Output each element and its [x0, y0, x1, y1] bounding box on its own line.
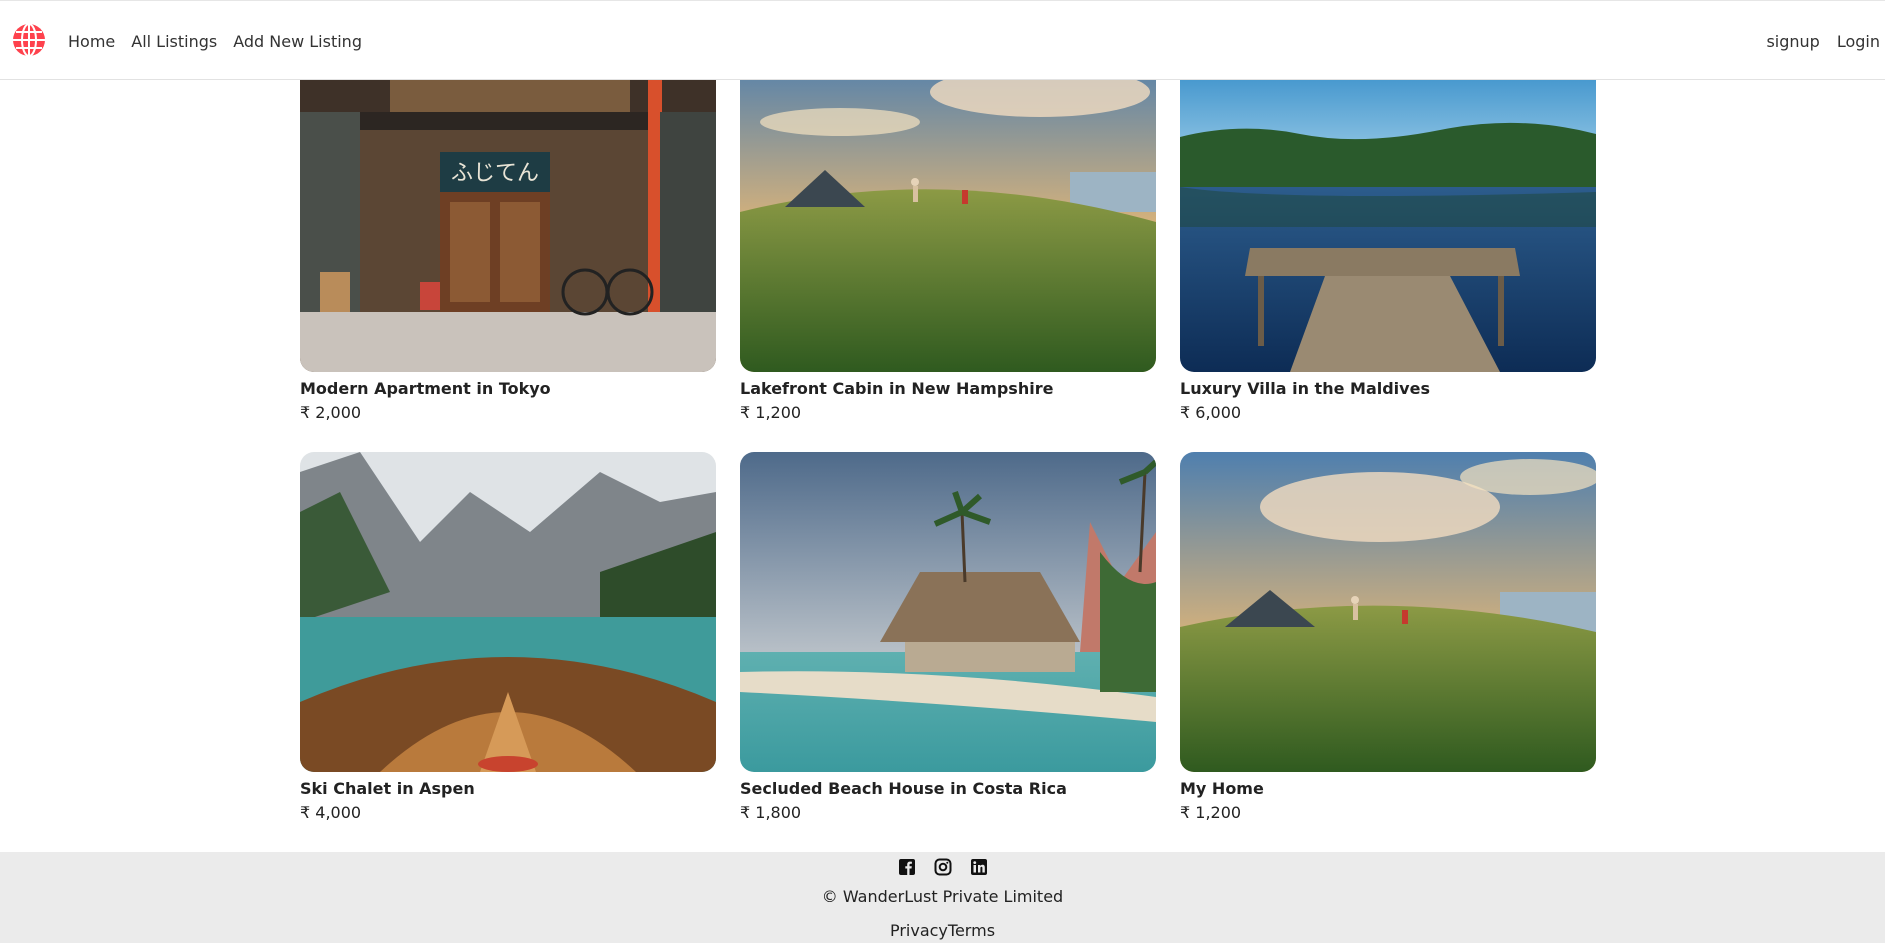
listing-title[interactable]: Lakefront Cabin in New Hampshire	[740, 379, 1053, 398]
listing-price: ₹ 4,000	[300, 803, 362, 822]
listings-grid: ふじてん Modern Apartment in Tokyo ₹ 2,000 L…	[300, 0, 1596, 852]
listing-price: ₹ 1,200	[1180, 803, 1242, 822]
footer-links: PrivacyTerms	[0, 921, 1885, 940]
nav-add-listing-link[interactable]: Add New Listing	[233, 32, 362, 51]
copyright-text: © WanderLust Private Limited	[821, 887, 1064, 906]
navbar: Home All Listings Add New Listing signup…	[0, 0, 1885, 80]
listing-image[interactable]	[740, 452, 1156, 772]
listing-price: ₹ 6,000	[1180, 403, 1242, 422]
listing-image[interactable]	[740, 52, 1156, 372]
nav-signup-link[interactable]: signup	[1766, 32, 1819, 51]
listing-price: ₹ 2,000	[300, 403, 362, 422]
listing-price: ₹ 1,200	[740, 403, 802, 422]
listing-title[interactable]: Modern Apartment in Tokyo	[300, 379, 551, 398]
listing-image[interactable]	[1180, 52, 1596, 372]
nav-login-link[interactable]: Login	[1837, 32, 1880, 51]
facebook-icon[interactable]	[898, 858, 916, 876]
svg-text:ふじてん: ふじてん	[451, 161, 539, 186]
privacy-link[interactable]: Privacy	[890, 921, 948, 940]
listing-title[interactable]: Luxury Villa in the Maldives	[1180, 379, 1430, 398]
listing-image[interactable]	[300, 452, 716, 772]
listing-title[interactable]: My Home	[1180, 779, 1264, 798]
terms-link[interactable]: Terms	[948, 921, 995, 940]
social-links	[0, 858, 1885, 878]
nav-all-listings-link[interactable]: All Listings	[131, 32, 217, 51]
globe-logo-icon[interactable]	[12, 23, 46, 57]
listing-price: ₹ 1,800	[740, 803, 802, 822]
nav-home-link[interactable]: Home	[68, 32, 115, 51]
listing-title[interactable]: Secluded Beach House in Costa Rica	[740, 779, 1067, 798]
listing-title[interactable]: Ski Chalet in Aspen	[300, 779, 475, 798]
listing-image[interactable]	[1180, 452, 1596, 772]
linkedin-icon[interactable]	[970, 858, 988, 876]
listing-image[interactable]: ふじてん	[300, 52, 716, 372]
instagram-icon[interactable]	[934, 858, 952, 876]
footer: © WanderLust Private Limited PrivacyTerm…	[0, 852, 1885, 943]
